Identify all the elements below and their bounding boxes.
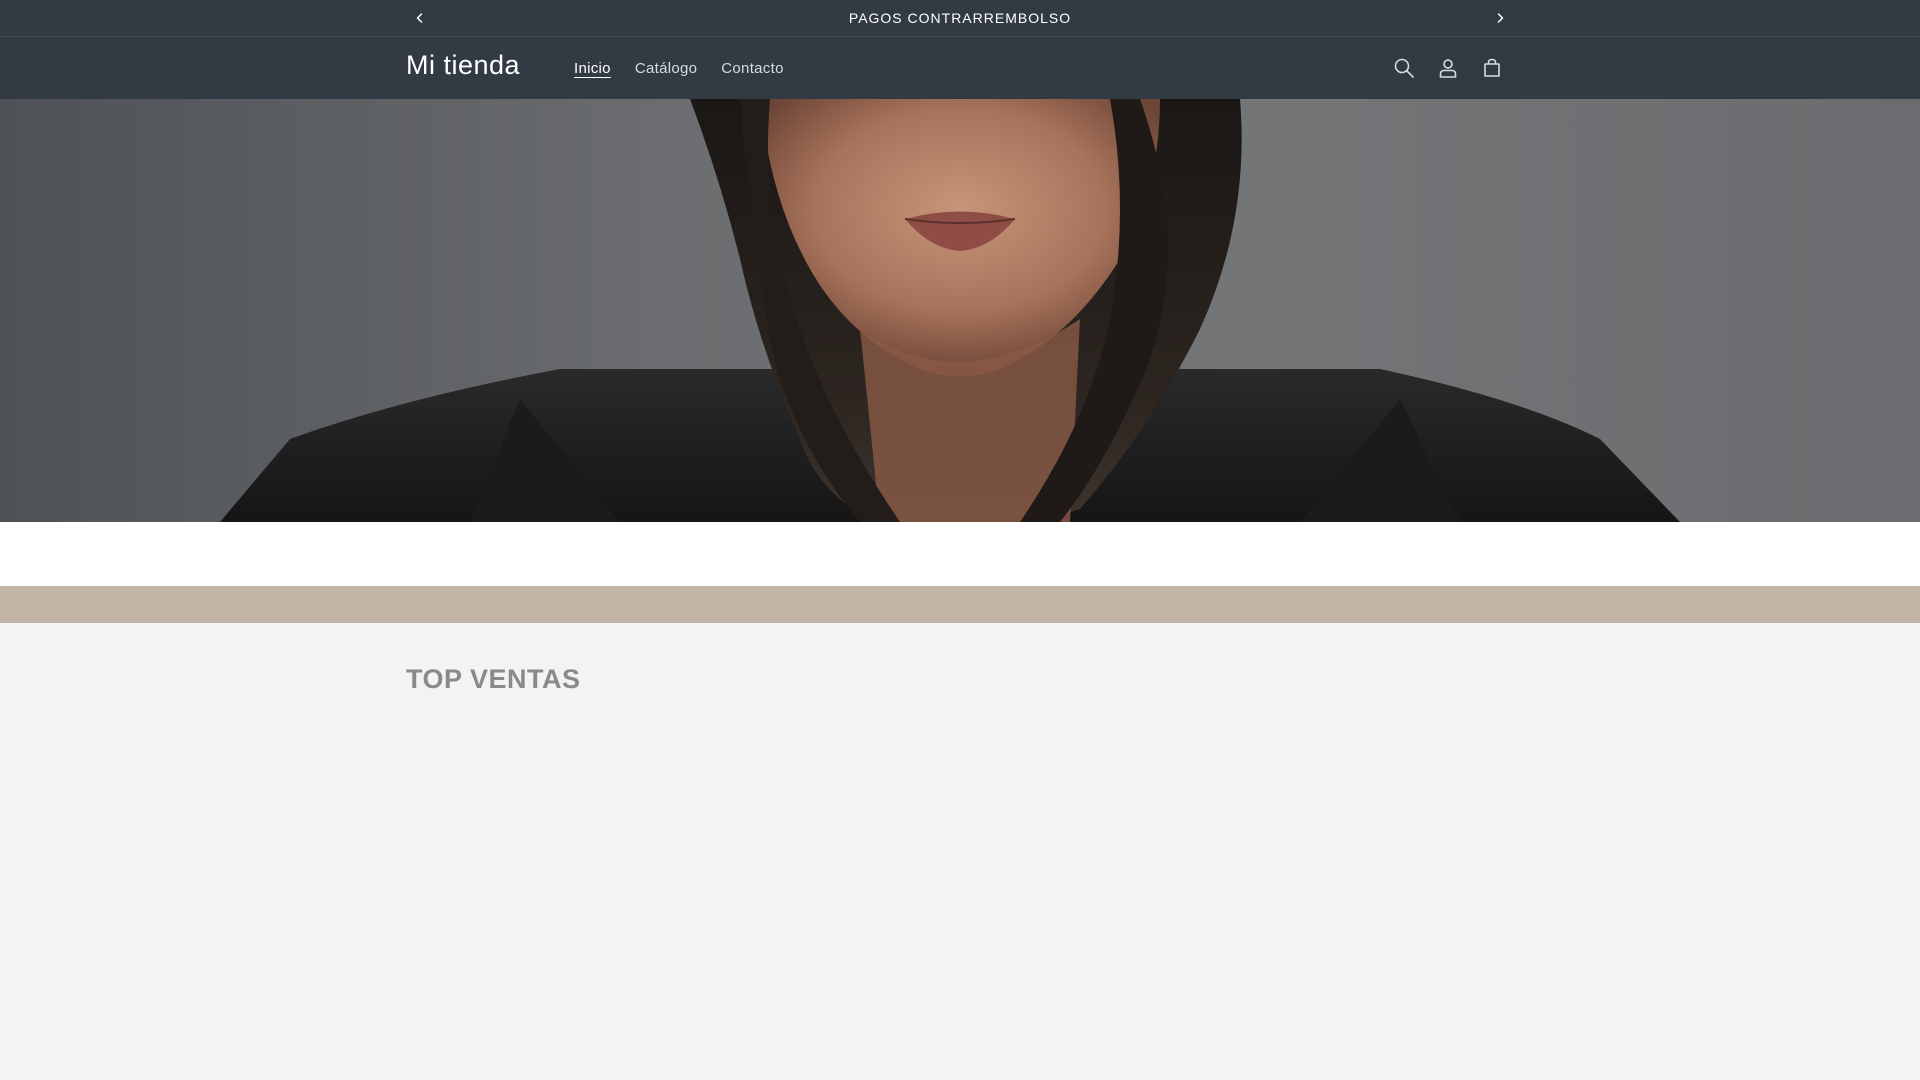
page: PAGOS CONTRARREMBOLSO Mi tienda Inicio C… <box>0 0 1920 1080</box>
main-nav: Inicio Catálogo Contacto <box>562 37 796 99</box>
store-logo[interactable]: Mi tienda <box>406 50 520 81</box>
announcement-bar: PAGOS CONTRARREMBOLSO <box>0 0 1920 37</box>
cart-icon <box>1484 58 1500 77</box>
hero-banner <box>0 99 1920 522</box>
accent-band <box>0 586 1920 623</box>
account-icon <box>1439 59 1457 78</box>
announcement-inner: PAGOS CONTRARREMBOLSO <box>406 0 1514 37</box>
search-button[interactable] <box>1382 46 1426 90</box>
hero-image <box>0 99 1920 522</box>
search-icon <box>1394 58 1414 78</box>
nav-link-inicio[interactable]: Inicio <box>562 60 623 77</box>
announcement-next-button[interactable] <box>1488 6 1512 30</box>
header-icons <box>1382 46 1514 90</box>
featured-collection-title: TOP VENTAS <box>406 664 581 694</box>
nav-link-catalogo[interactable]: Catálogo <box>623 60 709 77</box>
account-button[interactable] <box>1426 46 1470 90</box>
site-header: Mi tienda Inicio Catálogo Contacto <box>0 37 1920 99</box>
header-inner: Mi tienda Inicio Catálogo Contacto <box>406 37 1514 99</box>
announcement-text: PAGOS CONTRARREMBOLSO <box>848 10 1072 26</box>
chevron-right-icon <box>1497 13 1504 23</box>
nav-link-contacto[interactable]: Contacto <box>709 60 795 77</box>
section-spacer <box>0 522 1920 586</box>
cart-button[interactable] <box>1470 46 1514 90</box>
